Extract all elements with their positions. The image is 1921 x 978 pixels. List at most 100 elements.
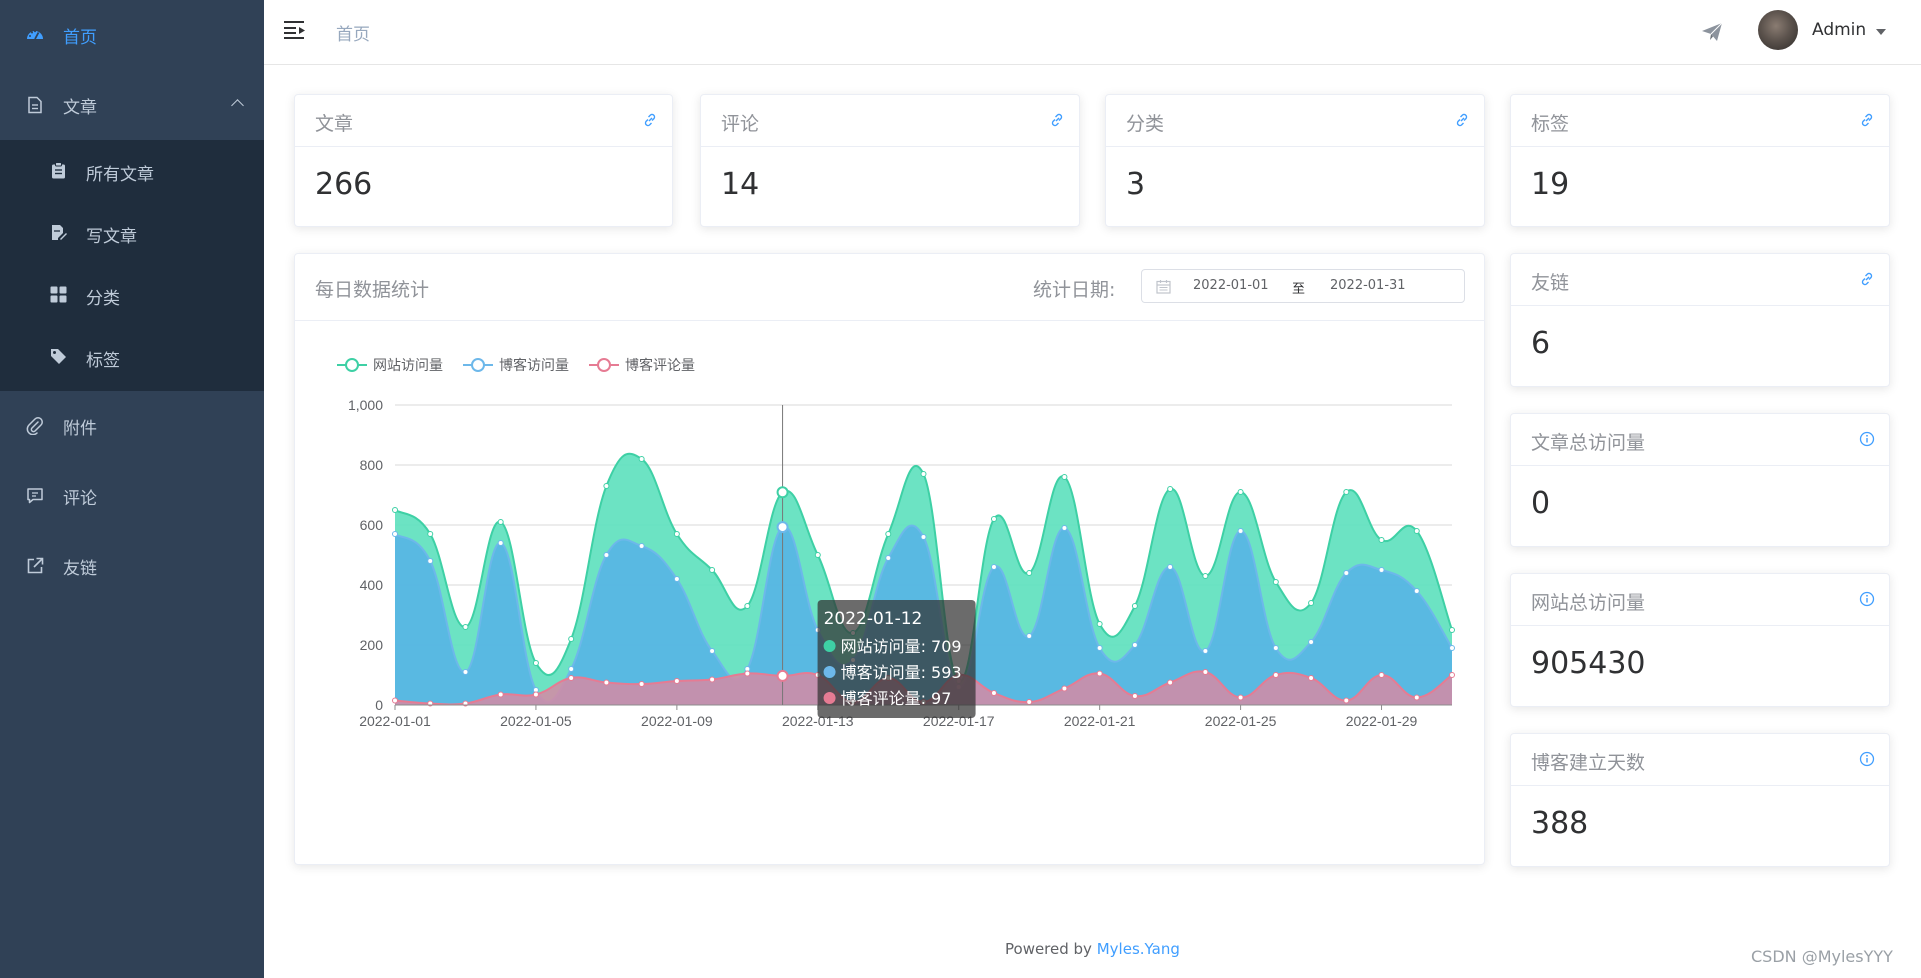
daily-stats-chart[interactable]: 网站访问量 博客访问量 博客评论量 0 200 400 600 800 1,000 2022-0… bbox=[295, 321, 1484, 864]
stat-card-comments: 评论 14 bbox=[700, 94, 1080, 227]
card-divider bbox=[1511, 465, 1889, 466]
grid-icon bbox=[50, 286, 67, 303]
stat-card-value: 14 bbox=[721, 167, 760, 202]
data-point bbox=[1026, 633, 1033, 639]
data-point bbox=[497, 691, 504, 698]
legend-marker bbox=[471, 358, 485, 372]
sidebar-item-write-article[interactable]: 写文章 bbox=[0, 202, 264, 264]
stat-card-value: 6 bbox=[1531, 326, 1551, 361]
sidebar-item-tags[interactable]: 标签 bbox=[0, 326, 264, 388]
data-point bbox=[1449, 672, 1455, 678]
tag-icon bbox=[51, 349, 66, 364]
y-tick-label: 600 bbox=[360, 517, 384, 533]
sidebar-item-label: 首页 bbox=[63, 27, 97, 48]
info-icon[interactable] bbox=[1859, 431, 1875, 447]
stat-card-site-views: 网站总访问量 905430 bbox=[1510, 573, 1890, 707]
tooltip-date: 2022-01-12 bbox=[824, 609, 923, 629]
stat-card-value: 3 bbox=[1126, 167, 1146, 202]
avatar[interactable] bbox=[1758, 10, 1798, 50]
date-separator: 至 bbox=[1292, 282, 1306, 297]
sidebar-item-home[interactable]: 首页 bbox=[0, 0, 264, 70]
info-icon[interactable] bbox=[1859, 751, 1875, 767]
data-point bbox=[1061, 525, 1068, 531]
stat-card-value: 266 bbox=[315, 167, 373, 202]
card-divider bbox=[1511, 625, 1889, 626]
data-point bbox=[1308, 600, 1315, 606]
author-link[interactable]: Myles.Yang bbox=[1097, 940, 1180, 958]
document-icon bbox=[28, 96, 42, 114]
sidebar-item-articles[interactable]: 文章 bbox=[0, 70, 264, 140]
stat-card-title: 分类 bbox=[1126, 113, 1165, 135]
menu-fold-icon[interactable] bbox=[284, 20, 306, 40]
y-tick-label: 1,000 bbox=[348, 397, 383, 413]
date-end-input[interactable]: 2022-01-31 bbox=[1330, 278, 1406, 293]
edit-document-icon bbox=[52, 225, 67, 240]
footer-prefix: Powered by bbox=[1005, 940, 1092, 958]
stat-card-articles: 文章 266 bbox=[294, 94, 673, 227]
highlight-point bbox=[776, 669, 789, 682]
top-navbar: 首页 Admin bbox=[264, 0, 1921, 65]
breadcrumb[interactable]: 首页 bbox=[336, 20, 370, 45]
data-point bbox=[920, 471, 927, 477]
link-icon[interactable] bbox=[642, 112, 658, 128]
stat-card-friend-links: 友链 6 bbox=[1510, 253, 1890, 387]
y-tick-label: 200 bbox=[360, 637, 384, 653]
link-icon[interactable] bbox=[1859, 112, 1875, 128]
data-point bbox=[673, 576, 680, 582]
stat-card-title: 文章 bbox=[315, 113, 354, 135]
data-point bbox=[1378, 672, 1385, 678]
caret-down-icon[interactable] bbox=[1876, 29, 1886, 35]
user-name[interactable]: Admin bbox=[1812, 20, 1866, 40]
stat-card-value: 19 bbox=[1531, 167, 1570, 202]
data-point bbox=[1202, 669, 1209, 675]
card-divider bbox=[1511, 305, 1889, 306]
stat-card-article-views: 文章总访问量 0 bbox=[1510, 413, 1890, 547]
sidebar: 首页 文章 所有文章 写文章 分类 标签 附件 评论 友链 bbox=[0, 0, 264, 978]
sidebar-item-label: 附件 bbox=[63, 418, 97, 439]
card-divider bbox=[701, 146, 1079, 147]
sidebar-item-attachments[interactable]: 附件 bbox=[0, 391, 264, 461]
data-point bbox=[1343, 489, 1350, 495]
y-tick-label: 0 bbox=[375, 697, 383, 713]
x-tick-label: 2022-01-01 bbox=[359, 713, 431, 729]
data-point bbox=[392, 697, 398, 704]
data-point bbox=[1237, 528, 1244, 534]
data-point bbox=[1378, 567, 1385, 573]
link-icon[interactable] bbox=[1454, 112, 1470, 128]
sidebar-item-comments[interactable]: 评论 bbox=[0, 461, 264, 531]
data-point bbox=[1061, 474, 1068, 480]
sidebar-item-all-articles[interactable]: 所有文章 bbox=[0, 140, 264, 202]
stat-card-title: 标签 bbox=[1531, 113, 1570, 135]
data-point bbox=[1449, 627, 1455, 633]
stat-card-title: 网站总访问量 bbox=[1531, 592, 1646, 614]
date-range-picker[interactable]: 2022-01-01 至 2022-01-31 bbox=[1141, 269, 1465, 303]
link-icon[interactable] bbox=[1049, 112, 1065, 128]
data-point bbox=[1202, 648, 1209, 654]
data-point bbox=[1131, 642, 1138, 648]
data-point bbox=[638, 456, 645, 462]
tooltip-marker bbox=[823, 640, 836, 652]
info-icon[interactable] bbox=[1859, 591, 1875, 607]
data-point bbox=[568, 636, 575, 642]
data-point bbox=[1272, 645, 1279, 651]
send-icon[interactable] bbox=[1700, 20, 1724, 44]
data-point bbox=[1343, 570, 1350, 576]
data-point bbox=[427, 558, 434, 564]
sidebar-item-friend-links[interactable]: 友链 bbox=[0, 531, 264, 601]
data-point bbox=[1449, 645, 1455, 651]
date-start-input[interactable]: 2022-01-01 bbox=[1193, 278, 1269, 293]
sidebar-item-categories[interactable]: 分类 bbox=[0, 264, 264, 326]
data-point bbox=[568, 675, 575, 681]
tooltip-line: 博客评论量: 97 bbox=[841, 689, 952, 708]
paperclip-icon bbox=[26, 417, 43, 435]
watermark: CSDN @MylesYYY bbox=[1751, 947, 1893, 966]
sidebar-item-label: 文章 bbox=[63, 97, 97, 118]
data-point bbox=[1308, 639, 1315, 645]
data-point bbox=[1413, 588, 1420, 594]
x-tick-label: 2022-01-09 bbox=[641, 713, 713, 729]
data-point bbox=[532, 660, 539, 666]
data-point bbox=[392, 531, 398, 537]
link-icon[interactable] bbox=[1859, 271, 1875, 287]
data-point bbox=[1237, 489, 1244, 495]
stat-card-blog-days: 博客建立天数 388 bbox=[1510, 733, 1890, 867]
